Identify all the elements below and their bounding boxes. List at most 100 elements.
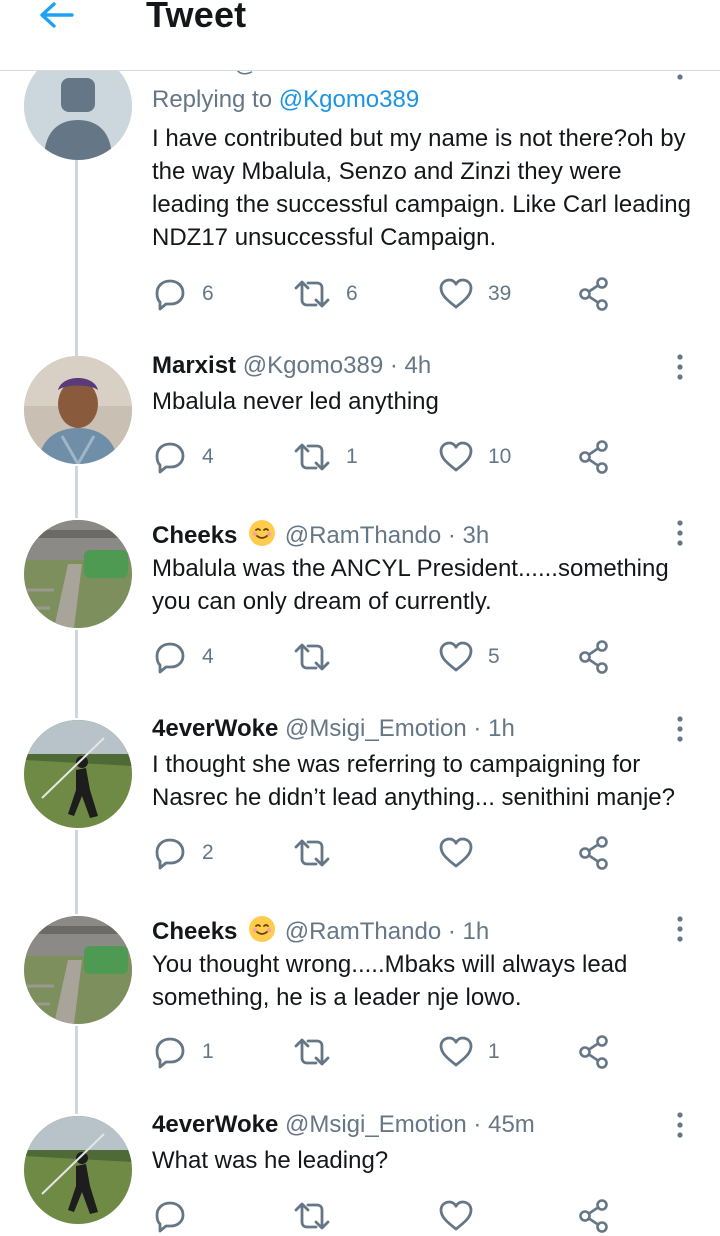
more-options-button[interactable] — [668, 914, 692, 944]
reply-button[interactable]: 2 — [152, 833, 214, 873]
user-name[interactable]: 4everWoke — [152, 715, 278, 742]
share-icon — [579, 440, 608, 474]
tweet-text: What was he leading? — [152, 1147, 389, 1174]
retweet-button[interactable]: 6 — [292, 274, 358, 314]
thread-connector — [75, 1026, 78, 1114]
reply-button[interactable] — [152, 1196, 188, 1236]
tweet-text: Mbalula was the ANCYL President......som… — [152, 555, 669, 615]
reply-count: 4 — [202, 445, 214, 468]
tweet-header: Cheeks @RamThando · 1h — [152, 915, 489, 950]
reply-icon — [155, 279, 185, 311]
tweet-header: Cheeks @RamThando · 3h — [152, 519, 489, 554]
like-button[interactable]: 10 — [438, 437, 511, 477]
arrow-left-icon — [40, 2, 74, 28]
reply-count: 4 — [202, 645, 214, 668]
user-handle[interactable]: @Msigi_Emotion — [285, 715, 467, 742]
like-button[interactable]: 1 — [438, 1032, 500, 1072]
share-button[interactable] — [578, 274, 610, 314]
reply-icon — [155, 642, 185, 674]
smiling-face-emoji-icon — [248, 519, 276, 554]
retweet-button[interactable] — [292, 833, 346, 873]
tweet-time: 1h — [488, 715, 515, 742]
replying-mention[interactable]: @Kgomo389 — [279, 86, 419, 113]
user-handle[interactable]: @RamThando — [285, 918, 441, 945]
user-handle[interactable]: @RamThando — [285, 522, 441, 549]
reply-button[interactable]: 4 — [152, 437, 214, 477]
reply-icon — [155, 442, 185, 474]
share-button[interactable] — [578, 1196, 610, 1236]
avatar-4everwoke[interactable] — [24, 720, 132, 828]
retweet-button[interactable]: 1 — [292, 437, 358, 477]
user-handle[interactable]: @Kgomo389 — [243, 352, 383, 379]
thread-connector — [75, 466, 78, 518]
like-button[interactable]: 39 — [438, 274, 511, 314]
share-button[interactable] — [578, 833, 610, 873]
avatar-cheeks[interactable] — [24, 520, 132, 628]
retweet-icon — [294, 1038, 330, 1066]
heart-icon — [439, 1036, 473, 1067]
like-button[interactable] — [438, 833, 488, 873]
reply-button[interactable]: 1 — [152, 1032, 214, 1072]
tweet-actions: 4 1 10 — [152, 437, 632, 477]
tweet-header: 4everWoke @Msigi_Emotion · 45m — [152, 1111, 535, 1138]
more-options-button[interactable] — [668, 352, 692, 382]
share-button[interactable] — [578, 437, 610, 477]
like-count: 5 — [488, 645, 500, 668]
replying-to: Replying to @Kgomo389 — [152, 86, 419, 114]
like-button[interactable]: 5 — [438, 637, 500, 677]
share-button[interactable] — [578, 1032, 610, 1072]
tweet-text: Mbalula never led anything — [152, 388, 439, 415]
smiling-face-emoji-icon — [248, 915, 276, 950]
more-options-button[interactable] — [668, 518, 692, 548]
back-button[interactable] — [36, 0, 76, 34]
tweet-text: I have contributed but my name is not th… — [152, 125, 691, 251]
thread-connector — [75, 830, 78, 914]
reply-icon — [155, 1201, 185, 1233]
more-options-button[interactable] — [668, 1110, 692, 1140]
user-handle[interactable]: @Msigi_Emotion — [285, 1111, 467, 1138]
like-count: 10 — [488, 445, 512, 468]
user-name[interactable]: Cheeks — [152, 918, 237, 945]
user-name[interactable]: 4everWoke — [152, 1111, 278, 1138]
reply-button[interactable]: 6 — [152, 274, 214, 314]
retweet-count: 1 — [346, 445, 358, 468]
retweet-button[interactable] — [292, 637, 346, 677]
like-count: 39 — [488, 282, 512, 305]
retweet-button[interactable] — [292, 1032, 346, 1072]
more-vertical-icon — [677, 1112, 683, 1138]
more-vertical-icon — [677, 520, 683, 546]
more-vertical-icon — [677, 916, 683, 942]
avatar-marxist[interactable] — [24, 356, 132, 464]
reply-button[interactable]: 4 — [152, 637, 214, 677]
thread-connector — [75, 160, 78, 356]
avatar-cheeks[interactable] — [24, 916, 132, 1024]
share-icon — [579, 1035, 608, 1069]
avatar-4everwoke[interactable] — [24, 1116, 132, 1224]
profile-photo — [24, 356, 132, 464]
tweet-actions: 4 5 — [152, 637, 632, 677]
heart-icon — [439, 837, 473, 868]
retweet-button[interactable] — [292, 1196, 332, 1236]
tweet-actions: 2 — [152, 833, 632, 873]
more-vertical-icon — [677, 716, 683, 742]
heart-icon — [439, 278, 473, 309]
tweet-time: 4h — [404, 352, 432, 379]
profile-photo — [24, 520, 132, 628]
retweet-icon — [294, 839, 330, 867]
replying-prefix: Replying to — [152, 86, 273, 113]
retweet-count: 6 — [346, 282, 358, 305]
heart-icon — [439, 641, 473, 672]
retweet-icon — [294, 443, 330, 471]
tweet-text: You thought wrong.....Mbaks will always … — [152, 951, 628, 1011]
more-options-button[interactable] — [668, 714, 692, 744]
like-button[interactable] — [438, 1196, 474, 1236]
share-icon — [579, 640, 608, 674]
tweet-time: 3h — [462, 522, 490, 549]
user-name[interactable]: Cheeks — [152, 522, 237, 549]
reply-count: 1 — [202, 1040, 214, 1063]
reply-count: 2 — [202, 841, 214, 864]
user-name[interactable]: Marxist — [152, 352, 236, 379]
tweet-text: I thought she was referring to campaigni… — [152, 751, 675, 811]
share-button[interactable] — [578, 637, 610, 677]
heart-icon — [439, 441, 473, 472]
